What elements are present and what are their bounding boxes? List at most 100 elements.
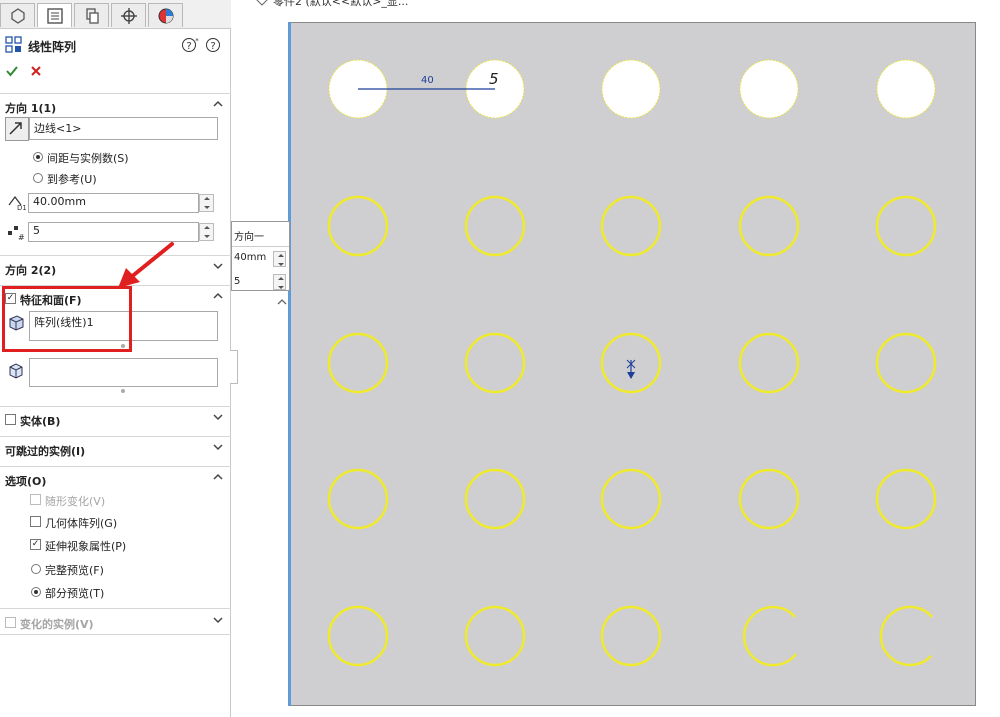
chevron-up-icon <box>213 473 223 480</box>
chevron-up-icon <box>213 100 223 107</box>
vary-sketch-label: 随形变化(V) <box>45 495 106 508</box>
direction1-header[interactable]: 方向 1(1) <box>0 93 231 119</box>
hole-preview <box>327 332 389 394</box>
chevron-up-icon <box>213 292 223 299</box>
feature-tree-icon <box>11 8 25 24</box>
hole-preview <box>879 605 933 667</box>
popup-title: 方向一 <box>234 232 264 243</box>
hole-preview <box>738 195 800 257</box>
svg-text:D1: D1 <box>17 204 26 211</box>
tab-feature-tree[interactable] <box>0 3 35 27</box>
direction1-label: 方向 1(1) <box>5 102 57 115</box>
hole-preview <box>327 195 389 257</box>
svg-text:*: * <box>195 37 199 45</box>
full-preview-radio[interactable] <box>31 564 41 574</box>
direction-arrow-icon <box>9 122 22 135</box>
tab-configuration[interactable] <box>74 3 109 27</box>
full-preview-label: 完整预览(F) <box>45 564 104 577</box>
up-to-reference-radio[interactable] <box>33 173 43 183</box>
preview-holes <box>327 195 937 667</box>
hole-preview <box>875 468 937 530</box>
chevron-down-icon <box>213 263 223 270</box>
feature-title: 线性阵列 <box>28 40 77 54</box>
annotation-highlight-box <box>2 286 132 352</box>
hole-preview <box>600 605 662 667</box>
manager-tabs <box>0 0 231 29</box>
ok-check-icon[interactable] <box>5 64 19 78</box>
hole-preview <box>738 468 800 530</box>
hole-pattern <box>327 59 937 667</box>
varied-instances-header[interactable]: 变化的实例(V) <box>0 608 231 635</box>
chevron-down-icon <box>213 444 223 451</box>
hole-preview <box>742 605 797 667</box>
appearance-pie-icon <box>158 8 174 24</box>
crosshair-icon <box>121 8 137 24</box>
spacing-dimension-icon: D1 <box>8 196 26 211</box>
hole-seed[interactable] <box>601 59 661 119</box>
hole-seed[interactable] <box>739 59 799 119</box>
chevron-up-icon[interactable] <box>276 296 288 306</box>
instance-count-icon: # <box>8 226 25 241</box>
skip-instances-header[interactable]: 可跳过的实例(I) <box>0 436 231 462</box>
dimension-count-label[interactable]: 5 <box>489 70 499 88</box>
bodies-header[interactable]: 实体(B) <box>0 406 231 432</box>
popup-divider <box>232 246 289 247</box>
propagate-visual-checkbox[interactable]: ✓ <box>30 539 41 550</box>
bodies-checkbox[interactable] <box>5 414 16 425</box>
popup-count-value[interactable]: 5 <box>234 276 240 287</box>
part-icon <box>256 0 268 6</box>
property-manager: 线性阵列 ? * ? 方向 1(1) 边线<1> 间距与实例数(S) 到参考(U… <box>0 0 231 717</box>
varied-instances-checkbox[interactable] <box>5 617 16 628</box>
varied-instances-label: 变化的实例(V) <box>20 618 94 631</box>
vary-sketch-checkbox[interactable] <box>30 494 41 505</box>
cancel-x-icon[interactable] <box>30 65 42 77</box>
direction2-label: 方向 2(2) <box>5 264 57 277</box>
panel-collapse-handle[interactable] <box>230 350 238 384</box>
count-spinner[interactable] <box>199 223 214 241</box>
direction-arrow-button[interactable] <box>5 117 29 141</box>
svg-text:?: ? <box>186 41 191 52</box>
hole-preview <box>738 332 800 394</box>
partial-preview-label: 部分预览(T) <box>45 587 105 600</box>
direction-callout-popup[interactable]: 方向一 40mm 5 <box>231 221 290 291</box>
hole-preview <box>875 332 937 394</box>
hole-preview <box>327 605 389 667</box>
hole-preview <box>464 468 526 530</box>
options-label: 选项(O) <box>5 475 47 488</box>
chevron-down-icon <box>213 617 223 624</box>
faces-to-pattern-list[interactable] <box>29 358 218 387</box>
chevron-down-icon <box>213 414 223 421</box>
configuration-icon <box>86 8 99 24</box>
propagate-visual-label: 延伸视象属性(P) <box>45 540 127 553</box>
property-list-icon <box>47 8 63 24</box>
hole-preview <box>464 332 526 394</box>
hole-preview <box>464 605 526 667</box>
spacing-input[interactable]: 40.00mm <box>28 193 199 213</box>
geometry-pattern-label: 几何体阵列(G) <box>45 517 118 530</box>
direction1-edge-field[interactable]: 边线<1> <box>29 117 218 140</box>
svg-text:?: ? <box>210 41 215 52</box>
spacing-instances-radio[interactable] <box>33 152 43 162</box>
tab-property-manager[interactable] <box>37 3 72 27</box>
popup-spacing-value[interactable]: 40mm <box>234 252 266 263</box>
geometry-pattern-checkbox[interactable] <box>30 516 41 527</box>
partial-preview-radio[interactable] <box>31 587 41 597</box>
help-icon[interactable]: ? <box>205 37 221 53</box>
hole-preview <box>327 468 389 530</box>
hole-preview <box>875 195 937 257</box>
skip-instances-label: 可跳过的实例(I) <box>5 445 86 458</box>
help-detailed-icon[interactable]: ? * <box>182 37 200 53</box>
annotation-arrow-icon <box>118 242 174 288</box>
hole-seed[interactable] <box>876 59 936 119</box>
popup-count-spinner[interactable] <box>273 274 286 290</box>
hole-preview <box>600 468 662 530</box>
faces-select-icon <box>9 363 23 379</box>
up-to-reference-label: 到参考(U) <box>47 173 97 186</box>
popup-spacing-spinner[interactable] <box>273 251 286 267</box>
spacing-spinner[interactable] <box>199 194 214 212</box>
options-header[interactable]: 选项(O) <box>0 466 231 492</box>
tab-dimxpert[interactable] <box>111 3 146 27</box>
resize-handle[interactable] <box>121 389 125 393</box>
dimension-spacing-label[interactable]: 40 <box>421 75 434 86</box>
tab-display-manager[interactable] <box>148 3 183 27</box>
